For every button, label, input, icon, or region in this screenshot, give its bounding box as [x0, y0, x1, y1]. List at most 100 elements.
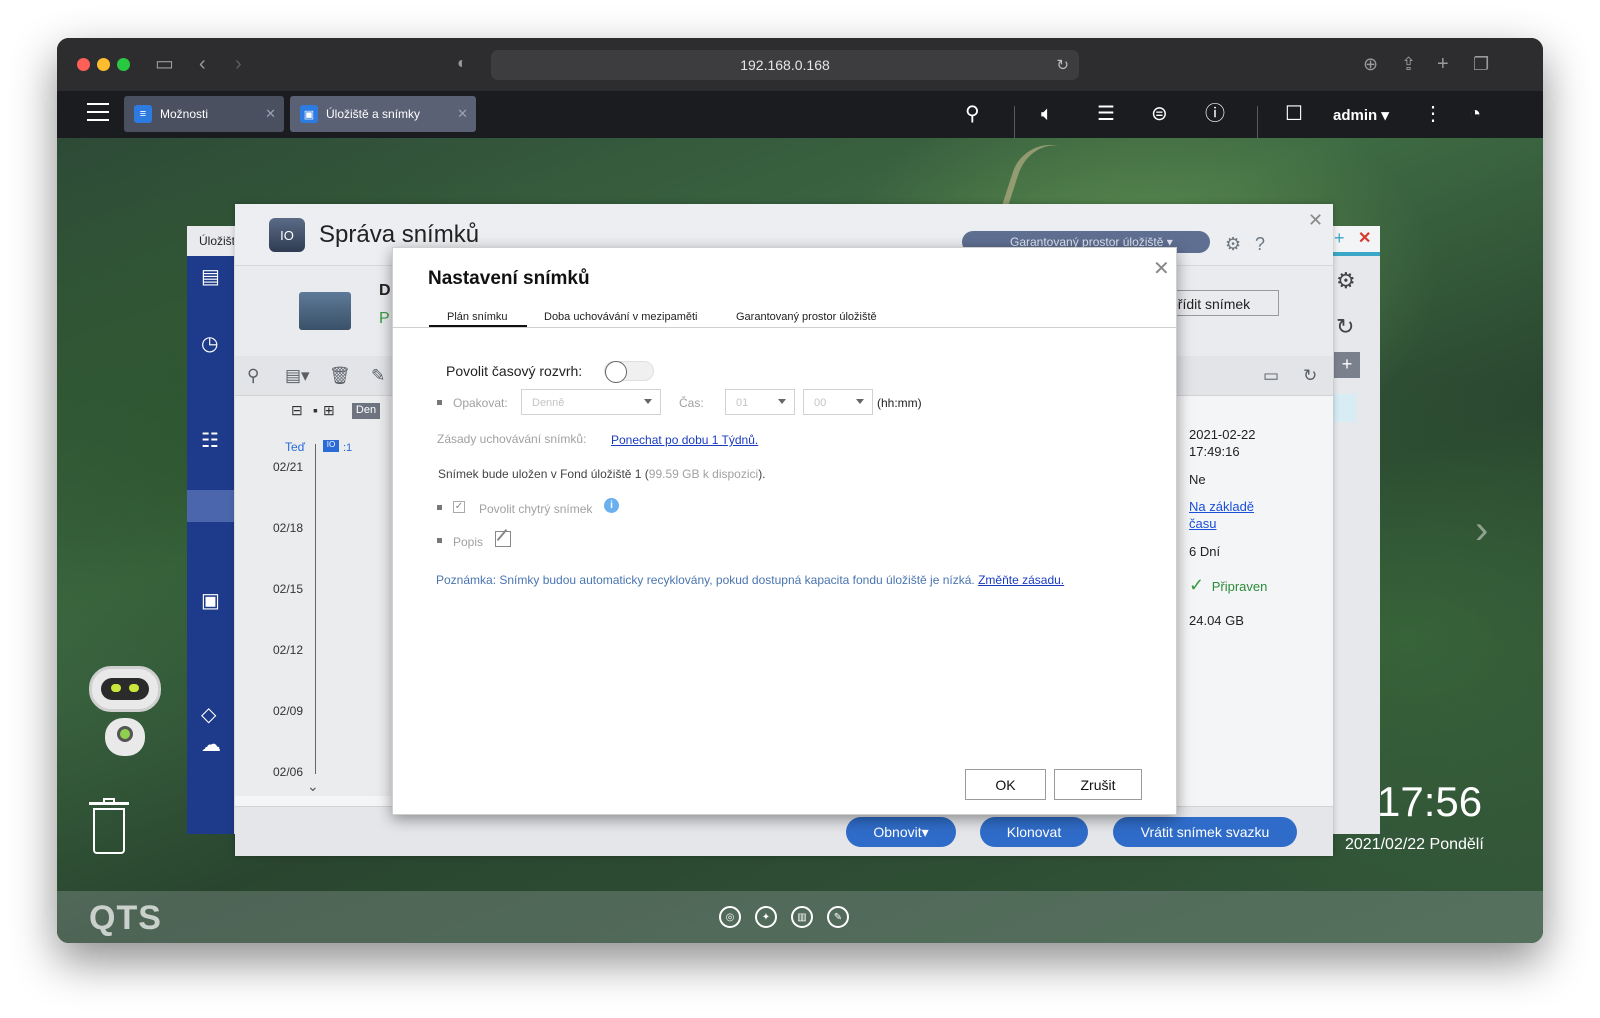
zoom-out-icon[interactable]: ⊟	[291, 402, 303, 419]
enable-schedule-label: Povolit časový rozvrh:	[446, 363, 583, 379]
helpdesk-robot-icon[interactable]	[85, 666, 165, 766]
shield-icon[interactable]: ◐	[457, 54, 467, 74]
tab-guaranteed-space[interactable]: Garantovaný prostor úložiště	[736, 311, 877, 323]
gear-icon[interactable]: ⚙	[1225, 234, 1241, 255]
retention-policy-label: Zásady uchovávání snímků:	[437, 432, 587, 446]
gear-icon[interactable]: ⚙	[1336, 268, 1356, 294]
tab-storage[interactable]: ▣ Úložiště a snímky ✕	[290, 96, 476, 132]
tab-cache-retention[interactable]: Doba uchovávání v mezipaměti	[544, 311, 697, 323]
reload-icon[interactable]: ↻	[1056, 56, 1069, 74]
refresh-icon[interactable]: ↻	[1303, 366, 1317, 386]
qts-logo: QTS	[89, 899, 162, 937]
browser-titlebar: ▭ ‹ › ◐ 192.168.0.168 ↻ ⊕ ⇪ + ❐	[57, 38, 1543, 91]
cancel-button[interactable]: Zrušit	[1054, 769, 1142, 800]
enable-schedule-toggle[interactable]	[604, 361, 654, 383]
external-devices-icon[interactable]: ⊜	[1151, 103, 1168, 125]
zoom-in-icon[interactable]: ⊞	[323, 402, 335, 419]
sidebar-toggle-icon[interactable]: ▭	[155, 54, 174, 74]
search-icon[interactable]: ⚲	[247, 366, 259, 386]
close-icon[interactable]: ✕	[1308, 210, 1323, 231]
retention-link-continued[interactable]: času	[1189, 515, 1216, 532]
window-icon[interactable]: ▭	[1263, 366, 1279, 386]
sidebar-item-selected[interactable]	[187, 490, 234, 522]
ok-button[interactable]: OK	[965, 769, 1046, 800]
close-icon[interactable]: ✕	[265, 106, 276, 122]
admin-menu[interactable]: admin ▾	[1333, 106, 1389, 124]
volume-icon[interactable]: 🔈︎	[1041, 103, 1053, 125]
admin-username: admin	[1333, 107, 1378, 124]
add-icon[interactable]: +	[1334, 228, 1345, 249]
desktop-clock-date: 2021/02/22 Pondělí	[1345, 836, 1484, 853]
tab-options[interactable]: ≡ Možnosti ✕	[124, 96, 284, 132]
close-window-button[interactable]	[77, 58, 90, 71]
more-options-icon[interactable]: ⋮	[1423, 103, 1443, 125]
minimize-window-button[interactable]	[97, 58, 110, 71]
dock-app-icon[interactable]: ▥	[791, 906, 813, 928]
change-policy-link[interactable]: Změňte zásadu.	[978, 573, 1064, 587]
bullet	[437, 505, 442, 510]
chevron-down-icon[interactable]: ⌄	[307, 778, 319, 795]
background-tasks-icon[interactable]: ☰	[1097, 103, 1115, 125]
restore-button[interactable]: Obnovit ▾	[846, 817, 956, 847]
dashboard-icon[interactable]: ◔	[1469, 103, 1481, 125]
zoom-dot-icon: ▪	[313, 402, 318, 418]
database-icon[interactable]: ☷	[201, 428, 219, 453]
dock-app-icon[interactable]: ◎	[719, 906, 741, 928]
snapshot-settings-dialog: Nastavení snímků ✕ Plán snímku Doba ucho…	[392, 247, 1177, 815]
repeat-select[interactable]: Denně	[521, 389, 661, 415]
snapshot-status: ✓ Připraven	[1189, 575, 1267, 595]
time-format-hint: (hh:mm)	[877, 396, 922, 410]
trash-icon[interactable]	[89, 798, 129, 854]
user-avatar-icon[interactable]: ☐	[1285, 103, 1303, 125]
info-icon[interactable]: ⓘ	[1205, 103, 1225, 125]
volume-name: D	[379, 282, 391, 299]
chevron-right-icon[interactable]: ›	[1475, 508, 1488, 553]
minute-value: 00	[814, 397, 827, 409]
timeline-date: 02/12	[273, 643, 304, 657]
dock-app-icon[interactable]: ✦	[755, 906, 777, 928]
storage-location-prefix: Snímek bude uložen v Fond úložiště 1 (	[438, 467, 649, 481]
zoom-window-button[interactable]	[117, 58, 130, 71]
snapshot-size: 24.04 GB	[1189, 613, 1244, 628]
close-icon[interactable]: ✕	[1358, 228, 1371, 248]
refresh-icon[interactable]: ↻	[1336, 314, 1354, 340]
dashboard-icon[interactable]: ◷	[201, 331, 218, 356]
edit-icon[interactable]: ✎	[371, 366, 385, 386]
info-icon[interactable]: i	[604, 498, 619, 513]
share-icon[interactable]: ⇪	[1401, 54, 1416, 74]
delete-icon[interactable]: 🗑︎	[329, 366, 351, 386]
hour-select[interactable]: 01	[725, 389, 795, 415]
repeat-value: Denně	[532, 397, 565, 409]
smart-snapshot-checkbox[interactable]: ✓	[453, 501, 465, 513]
revert-snapshot-button[interactable]: Vrátit snímek svazku	[1113, 817, 1297, 847]
address-bar[interactable]: 192.168.0.168 ↻	[491, 50, 1079, 80]
forward-icon[interactable]: ›	[235, 54, 242, 74]
tab-overview-icon[interactable]: ❐	[1473, 54, 1489, 74]
clone-button[interactable]: Klonovat	[980, 817, 1088, 847]
search-icon[interactable]: ⚲	[965, 103, 980, 125]
timeline-scale-day[interactable]: Den	[352, 403, 380, 419]
add-button[interactable]: +	[1334, 352, 1360, 378]
cloud-icon[interactable]: ☁	[201, 732, 221, 757]
storage-sidebar: ▤ ◷ ☷ ▣ ◇ ☁	[187, 256, 234, 834]
share-link-icon[interactable]: ◇	[201, 702, 216, 727]
dock-app-icon[interactable]: ✎	[827, 906, 849, 928]
back-icon[interactable]: ‹	[199, 54, 206, 74]
download-icon[interactable]: ⊕	[1363, 54, 1378, 74]
minute-select[interactable]: 00	[803, 389, 873, 415]
storage-right-strip: + ✕ ⚙ ↻ +	[1330, 226, 1380, 834]
desktop-dock: QTS ◎ ✦ ▥ ✎	[57, 891, 1543, 943]
close-icon[interactable]: ✕	[1153, 256, 1170, 281]
close-icon[interactable]: ✕	[457, 106, 468, 122]
help-icon[interactable]: ?	[1255, 234, 1265, 255]
tab-snapshot-schedule[interactable]: Plán snímku	[429, 311, 527, 327]
retention-policy-link[interactable]: Ponechat po dobu 1 Týdnů.	[611, 433, 758, 447]
view-mode-icon[interactable]: ▤▾	[285, 366, 310, 386]
edit-description-icon[interactable]	[495, 531, 511, 547]
retention-link[interactable]: Na základě	[1189, 498, 1254, 515]
main-menu-icon[interactable]	[87, 103, 109, 121]
snapshot-marker-icon[interactable]: IO	[323, 440, 339, 452]
checkmark-icon: ✓	[1189, 575, 1205, 595]
snapshot-icon[interactable]: ▣	[201, 588, 220, 613]
new-tab-icon[interactable]: +	[1437, 54, 1449, 74]
